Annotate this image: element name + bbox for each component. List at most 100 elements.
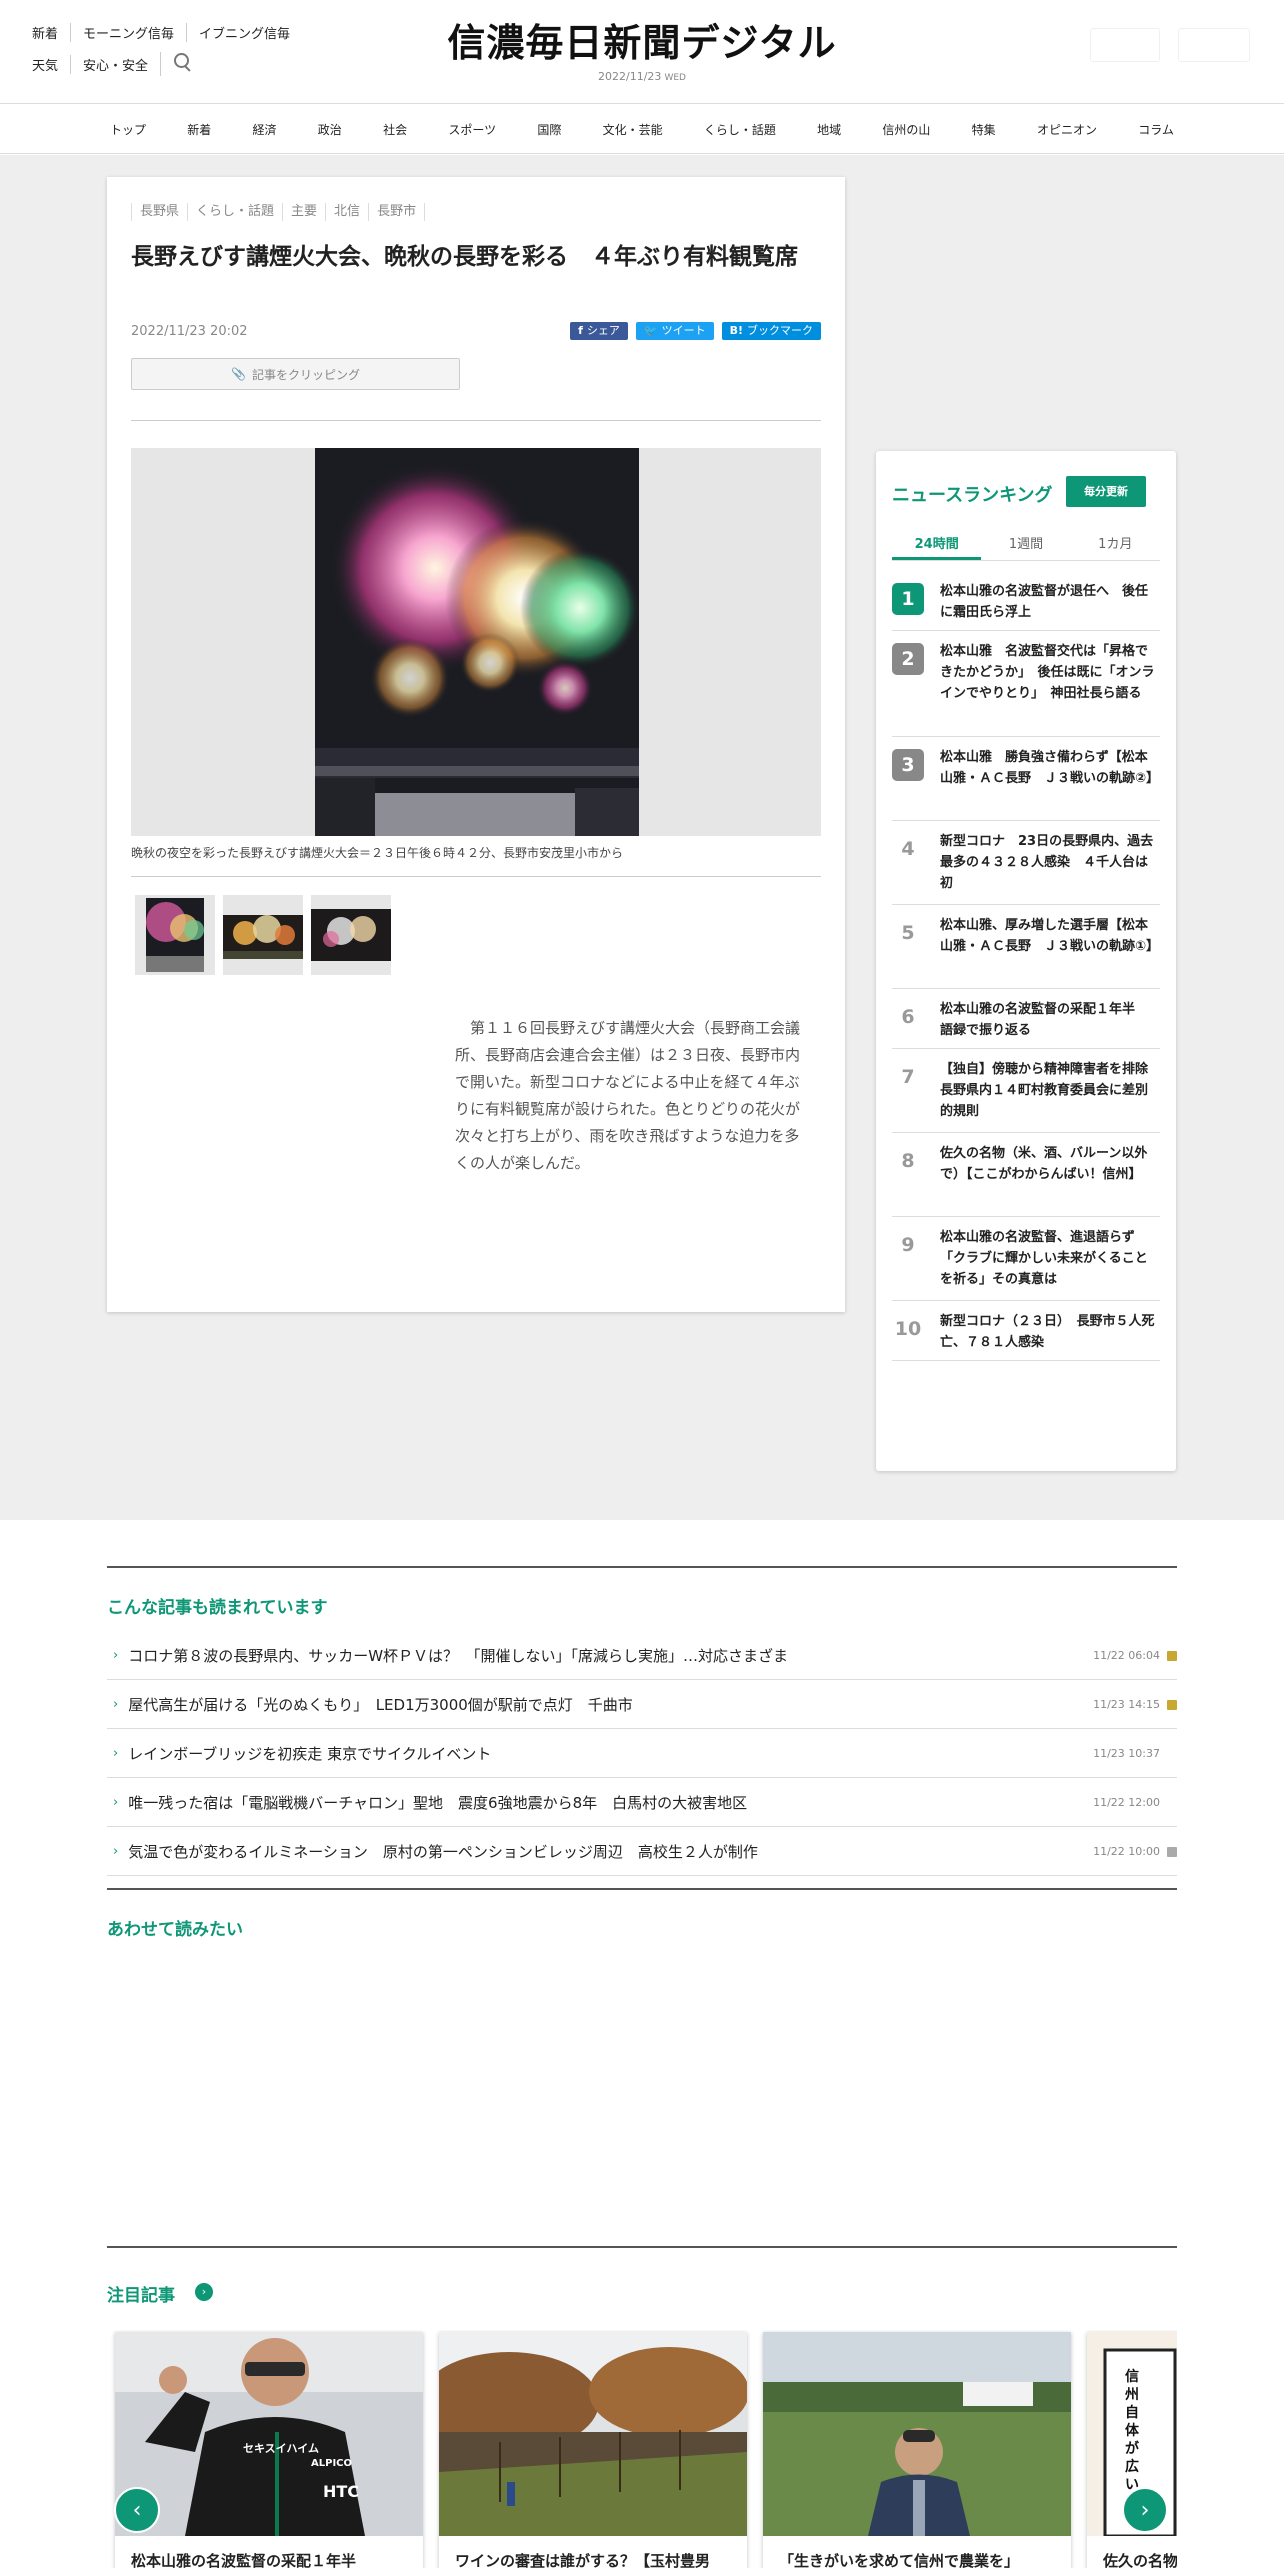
popular-item-title: 屋代高生が届ける「光のぬくもり」 LED1万3000個が駅前で点灯 千曲市 bbox=[128, 1695, 633, 1714]
nav-item[interactable]: オピニオン bbox=[1027, 121, 1107, 138]
ranking-item[interactable]: 6 松本山雅の名波監督の采配１年半 語録で振り返る bbox=[892, 989, 1160, 1049]
card-image-farmer bbox=[763, 2332, 1071, 2536]
link-weather[interactable]: 天気 bbox=[30, 55, 70, 74]
ranking-number: 6 bbox=[901, 1006, 915, 1028]
popular-item[interactable]: › 屋代高生が届ける「光のぬくもり」 LED1万3000個が駅前で点灯 千曲市 11… bbox=[107, 1680, 1177, 1729]
thumbnail-2[interactable] bbox=[223, 895, 303, 975]
ranking-number: 9 bbox=[901, 1234, 915, 1256]
ranking-item[interactable]: 1 松本山雅の名波監督が退任へ 後任に霜田氏ら浮上 bbox=[892, 571, 1160, 631]
ranking-item[interactable]: 2 松本山雅 名波監督交代は「昇格できたかどうか」 後任は既に「オンラインでやりと… bbox=[892, 631, 1160, 737]
featured-more-icon[interactable]: › bbox=[195, 2283, 213, 2301]
carousel-next-button[interactable]: › bbox=[1122, 2487, 1168, 2533]
popular-item[interactable]: › 唯一残った宿は「電脳戦機バーチャロン」聖地 震度6強地震から8年 白馬村の大被… bbox=[107, 1778, 1177, 1827]
popular-item-date: 11/23 14:15 bbox=[1093, 1697, 1160, 1711]
popular-item-title: 気温で色が変わるイルミネーション 原村の第一ペンションビレッジ周辺 高校生２人が… bbox=[128, 1842, 758, 1861]
ranking-title: ニュースランキング bbox=[892, 485, 1053, 506]
featured-card[interactable]: セキスイハイム ALPICO HTC 松本山雅の名波監督の采配１年半 bbox=[115, 2332, 423, 2568]
twitter-icon: 🐦 bbox=[643, 324, 658, 337]
nav-item[interactable]: スポーツ bbox=[438, 121, 506, 138]
popular-item-title: レインボーブリッジを初疾走 東京でサイクルイベント bbox=[128, 1744, 492, 1763]
thumbnail-1[interactable] bbox=[135, 895, 215, 975]
article-headline: 長野えびす講煙火大会、晩秋の長野を彩る ４年ぶり有料観覧席 bbox=[131, 244, 798, 270]
nav-item[interactable]: 地域 bbox=[807, 121, 851, 138]
thumbnail-3[interactable] bbox=[311, 895, 391, 975]
nav-item[interactable]: 新着 bbox=[177, 121, 221, 138]
link-safety[interactable]: 安心・安全 bbox=[70, 54, 160, 74]
twitter-share-button[interactable]: 🐦 ツイート bbox=[635, 322, 714, 340]
nav-item[interactable]: コラム bbox=[1128, 121, 1184, 138]
photo-caption: 晩秋の夜空を彩った長野えびす講煙火大会＝２３日午後６時４２分、長野市安茂里小市か… bbox=[131, 846, 624, 860]
shirt-logo-text: HTC bbox=[323, 2482, 360, 2501]
search-button[interactable] bbox=[160, 52, 193, 76]
ranking-item-title: 松本山雅の名波監督の采配１年半 語録で振り返る bbox=[940, 1002, 1149, 1038]
featured-card[interactable]: 「生きがいを求めて信州で農業を」 bbox=[763, 2332, 1071, 2568]
popular-item-date: 11/22 12:00 bbox=[1093, 1795, 1160, 1809]
ranking-item[interactable]: 7 【独自】傍聴から精神障害者を排除 長野県内１４町村教育委員会に差別的規則 bbox=[892, 1049, 1161, 1133]
nav-item[interactable]: くらし・話題 bbox=[694, 121, 786, 138]
article-tag[interactable]: くらし・話題 bbox=[187, 203, 282, 221]
carousel-prev-button[interactable]: ‹ bbox=[114, 2487, 160, 2533]
tab-1week[interactable]: 1週間 bbox=[981, 531, 1070, 560]
register-button[interactable] bbox=[1178, 28, 1250, 62]
popular-list: › コロナ第８波の長野県内、サッカーW杯ＰＶは？ 「開催しない」「席減らし実施」…… bbox=[107, 1631, 1177, 1876]
nav-item[interactable]: 国際 bbox=[527, 121, 571, 138]
manga-text: 信州自体が広い bbox=[1125, 2369, 1139, 2493]
header-links: 新着 モーニング信毎 イブニング信毎 天気 安心・安全 bbox=[30, 22, 302, 86]
divider bbox=[131, 876, 821, 877]
ranking-item[interactable]: 3 松本山雅 勝負強さ備わらず【松本山雅・ＡＣ長野 Ｊ３戦いの軌跡②】 bbox=[892, 737, 1160, 821]
card-title: ワインの審査は誰がする？【玉村豊男 bbox=[455, 2552, 711, 2568]
clip-article-button[interactable]: 📎 記事をクリッピング bbox=[131, 358, 460, 390]
login-button[interactable] bbox=[1090, 28, 1160, 62]
featured-card[interactable]: ワインの審査は誰がする？【玉村豊男 bbox=[439, 2332, 747, 2568]
also-read-title: あわせて読みたい bbox=[107, 1920, 243, 1940]
nav-item[interactable]: 政治 bbox=[308, 121, 352, 138]
article-tag[interactable]: 長野県 bbox=[131, 203, 187, 221]
ranking-list: 1 松本山雅の名波監督が退任へ 後任に霜田氏ら浮上 2 松本山雅 名波監督交代は「昇格… bbox=[892, 571, 1161, 1361]
ranking-item[interactable]: 8 佐久の名物（米、酒、バルーン以外で）【ここがわからんばい！信州】 bbox=[892, 1133, 1160, 1217]
ranking-number: 3 bbox=[892, 749, 924, 781]
hatena-bookmark-button[interactable]: B! ブックマーク bbox=[721, 322, 821, 340]
article-tag[interactable]: 北信 bbox=[325, 203, 368, 221]
fireworks-photo[interactable] bbox=[315, 448, 639, 836]
article-tags: 長野県 くらし・話題 主要 北信 長野市 bbox=[131, 203, 426, 221]
nav-item[interactable]: 特集 bbox=[962, 121, 1006, 138]
link-latest[interactable]: 新着 bbox=[30, 23, 70, 42]
chevron-right-icon: › bbox=[113, 1794, 119, 1810]
nav-item[interactable]: 信州の山 bbox=[872, 121, 940, 138]
site-header: 新着 モーニング信毎 イブニング信毎 天気 安心・安全 信濃毎日新聞デジタル 2… bbox=[0, 0, 1284, 104]
chevron-right-icon: › bbox=[1140, 2498, 1150, 2523]
divider bbox=[131, 420, 821, 421]
popular-item[interactable]: › 気温で色が変わるイルミネーション 原村の第一ペンションビレッジ周辺 高校生２人… bbox=[107, 1827, 1177, 1876]
article-tag[interactable]: 長野市 bbox=[368, 203, 426, 221]
ranking-item[interactable]: 5 松本山雅、厚み増した選手層【松本山雅・ＡＣ長野 Ｊ３戦いの軌跡①】 bbox=[892, 905, 1160, 989]
popular-item[interactable]: › コロナ第８波の長野県内、サッカーW杯ＰＶは？ 「開催しない」「席減らし実施」…… bbox=[107, 1631, 1177, 1680]
link-evening[interactable]: イブニング信毎 bbox=[186, 22, 302, 42]
featured-card[interactable]: 信州自体が広い 佐久の名物 bbox=[1087, 2332, 1177, 2568]
link-morning[interactable]: モーニング信毎 bbox=[70, 22, 186, 42]
nav-item[interactable]: 文化・芸能 bbox=[593, 121, 673, 138]
hatena-icon: B! bbox=[729, 324, 743, 337]
ranking-item[interactable]: 10 新型コロナ（２３日） 長野市５人死亡、７８１人感染 bbox=[892, 1301, 1160, 1361]
ranking-number: 8 bbox=[901, 1150, 915, 1172]
header-date: 2022/11/23 WED bbox=[598, 70, 686, 83]
ranking-item[interactable]: 9 松本山雅の名波監督、進退語らず「クラブに輝かしい未来がくることを祈る」その真意… bbox=[892, 1217, 1160, 1301]
card-image-player: セキスイハイム ALPICO HTC bbox=[115, 2332, 423, 2536]
article-tag[interactable]: 主要 bbox=[282, 203, 325, 221]
paperclip-icon: 📎 bbox=[231, 367, 246, 381]
ranking-item-title: 松本山雅の名波監督が退任へ 後任に霜田氏ら浮上 bbox=[940, 584, 1149, 620]
ranking-item[interactable]: 4 新型コロナ 23日の長野県内、過去最多の４３２８人感染 ４千人台は初 bbox=[892, 821, 1160, 905]
nav-item[interactable]: 経済 bbox=[243, 121, 287, 138]
nav-item[interactable]: トップ bbox=[100, 121, 156, 138]
ranking-number: 4 bbox=[901, 838, 915, 860]
article-datetime: 2022/11/23 20:02 bbox=[131, 324, 248, 339]
tab-24h[interactable]: 24時間 bbox=[892, 531, 982, 560]
photo-thumbnails bbox=[135, 895, 391, 975]
tab-1month[interactable]: 1カ月 bbox=[1071, 531, 1160, 560]
chevron-right-icon: › bbox=[113, 1696, 119, 1712]
site-logo[interactable]: 信濃毎日新聞デジタル 2022/11/23 WED bbox=[400, 18, 884, 83]
popular-item[interactable]: › レインボーブリッジを初疾走 東京でサイクルイベント 11/23 10:37 bbox=[107, 1729, 1177, 1778]
nav-item[interactable]: 社会 bbox=[373, 121, 417, 138]
popular-item-title: 唯一残った宿は「電脳戦機バーチャロン」聖地 震度6強地震から8年 白馬村の大被害… bbox=[128, 1793, 748, 1812]
ranking-item-title: 松本山雅 勝負強さ備わらず【松本山雅・ＡＣ長野 Ｊ３戦いの軌跡②】 bbox=[940, 750, 1160, 786]
facebook-share-button[interactable]: f シェア bbox=[570, 322, 628, 340]
